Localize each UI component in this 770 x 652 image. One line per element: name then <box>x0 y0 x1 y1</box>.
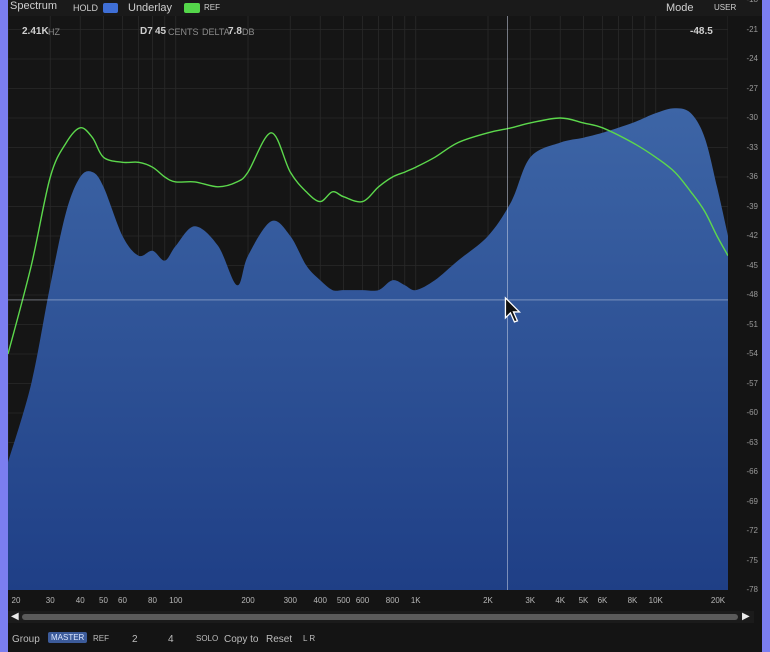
note-value: D7 <box>140 26 153 37</box>
freq-tick-label: 10K <box>648 596 663 605</box>
freq-tick-label: 5K <box>578 596 589 605</box>
freq-tick-label: 50 <box>99 596 108 605</box>
scroll-right-icon[interactable]: ▶ <box>742 611 750 623</box>
cursor-readout: 2.41K HZ D7 45 CENTS DELTA 7.8 DB -48.5 <box>8 22 728 42</box>
db-tick-label: -27 <box>746 83 758 93</box>
db-tick-label: -36 <box>746 172 758 181</box>
db-tick-label: -42 <box>746 231 758 240</box>
freq-tick-label: 300 <box>283 596 297 605</box>
delta-unit: DB <box>242 27 255 37</box>
freq-value: 2.41K <box>22 26 49 37</box>
freq-tick-label: 800 <box>385 596 400 605</box>
db-tick-label: -30 <box>746 113 758 122</box>
db-tick-label: -78 <box>746 585 758 594</box>
horizontal-scrollbar[interactable]: ◀ ▶ <box>8 611 754 623</box>
spectrum-plot[interactable] <box>8 0 728 590</box>
db-tick-label: -24 <box>746 54 758 63</box>
panel-title: Spectrum <box>10 0 58 12</box>
freq-tick-label: 60 <box>118 596 127 605</box>
freq-tick-label: 20 <box>11 596 21 605</box>
delta-label: DELTA <box>202 27 230 37</box>
master-button[interactable]: MASTER <box>48 632 88 643</box>
mode-label: Mode <box>666 2 694 14</box>
group-label: Group <box>12 634 40 645</box>
bottom-toolbar: Group MASTER REF 2 4 SOLO Copy to Reset … <box>8 628 762 652</box>
db-tick-label: -51 <box>746 319 758 329</box>
solo-button[interactable]: SOLO <box>196 634 218 643</box>
db-tick-label: -63 <box>746 437 758 447</box>
db-tick-label: -75 <box>746 555 758 565</box>
freq-tick-label: 200 <box>241 596 255 605</box>
group-4-button[interactable]: 4 <box>168 634 174 645</box>
freq-tick-label: 80 <box>148 596 157 605</box>
freq-tick-label: 4K <box>555 596 566 605</box>
freq-tick-label: 2K <box>483 596 493 605</box>
underlay-label[interactable]: Underlay <box>128 2 172 14</box>
cents-value: 45 <box>155 26 167 37</box>
ref-label[interactable]: REF <box>204 3 220 12</box>
db-tick-label: -33 <box>746 142 758 152</box>
freq-tick-label: 40 <box>75 596 85 605</box>
freq-tick-label: 400 <box>313 596 327 605</box>
freq-tick-label: 20K <box>710 596 726 605</box>
level-value: -48.5 <box>690 26 713 37</box>
freq-tick-label: 500 <box>336 596 351 605</box>
db-tick-label: -72 <box>746 526 758 535</box>
db-tick-label: -66 <box>746 467 758 476</box>
scroll-left-icon[interactable]: ◀ <box>11 611 19 623</box>
delta-value: 7.8 <box>228 26 242 37</box>
freq-tick-label: 100 <box>169 596 183 605</box>
db-scale: -18 -21 -24 -27 -30 -33 -36 -39 -42 -45 -48 -51 -54 -… <box>727 0 762 600</box>
group-2-button[interactable]: 2 <box>132 634 138 645</box>
db-tick-label: -21 <box>746 24 758 34</box>
db-tick-label: -45 <box>746 260 758 270</box>
db-tick-label: -57 <box>746 378 758 388</box>
underlay-color-swatch[interactable] <box>103 3 118 13</box>
db-tick-label: -39 <box>746 201 758 211</box>
top-toolbar: Spectrum HOLD Underlay REF Mode USER <box>8 0 762 16</box>
db-tick-label: -18 <box>746 0 758 4</box>
freq-tick-label: 600 <box>355 596 370 605</box>
freq-unit: HZ <box>48 27 60 37</box>
db-tick-label: -54 <box>746 349 758 358</box>
reset-button[interactable]: Reset <box>266 634 292 645</box>
copy-to-button[interactable]: Copy to <box>224 634 258 645</box>
freq-tick-label: 6K <box>597 596 608 605</box>
scroll-thumb[interactable] <box>22 614 738 620</box>
db-tick-label: -69 <box>746 496 758 506</box>
hold-button[interactable]: HOLD <box>73 3 98 13</box>
lr-toggle[interactable]: L R <box>303 634 315 643</box>
ref-button[interactable]: REF <box>93 634 109 643</box>
freq-tick-label: 30 <box>45 596 55 605</box>
db-tick-label: -48 <box>746 290 758 299</box>
freq-tick-label: 1K <box>410 596 421 605</box>
freq-tick-label: 8K <box>627 596 638 605</box>
freq-tick-label: 3K <box>525 596 536 605</box>
spectrum-analyzer-panel: Spectrum HOLD Underlay REF Mode USER 2.4… <box>8 0 762 652</box>
db-tick-label: -60 <box>746 408 758 417</box>
cents-unit: CENTS <box>168 27 199 37</box>
frequency-axis: 20 30 40 50 60 80 100 200 300 400 500 600 800 1K 2K 3K 4… <box>8 596 728 610</box>
ref-color-swatch[interactable] <box>184 3 200 13</box>
